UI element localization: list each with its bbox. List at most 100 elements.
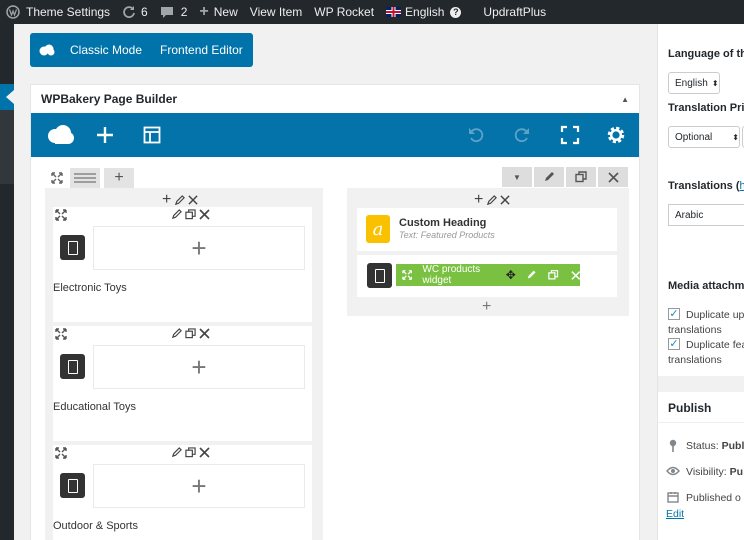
edit-published-link[interactable]: Edit bbox=[666, 508, 684, 520]
cloud-icon bbox=[39, 44, 55, 56]
column-delete-icon[interactable] bbox=[188, 195, 198, 205]
admin-bar-theme-settings[interactable]: Theme Settings bbox=[0, 0, 116, 24]
templates-icon[interactable] bbox=[134, 113, 170, 157]
wc-widget-label: WC products widget bbox=[422, 264, 481, 286]
frontend-editor-button[interactable]: Frontend Editor bbox=[160, 43, 243, 57]
wc-widget-icon bbox=[367, 263, 392, 288]
clone-icon[interactable] bbox=[185, 328, 196, 339]
clone-icon[interactable] bbox=[548, 269, 559, 281]
edit-icon[interactable] bbox=[171, 447, 182, 458]
classic-mode-button[interactable]: Classic Mode bbox=[70, 43, 142, 57]
duplicate-featured-label-1: Duplicate fea bbox=[686, 339, 744, 351]
view-item-label: View Item bbox=[249, 5, 303, 19]
move-icon[interactable] bbox=[402, 269, 413, 281]
help-icon: ? bbox=[450, 6, 462, 18]
edit-icon[interactable] bbox=[171, 209, 182, 220]
sidebar-separator bbox=[658, 376, 744, 392]
admin-bar-comments[interactable]: 2 bbox=[154, 0, 194, 24]
translation-priority-select[interactable]: Optional ⬍ bbox=[668, 126, 740, 148]
clone-icon[interactable] bbox=[185, 209, 196, 220]
row-layout-icon[interactable] bbox=[70, 168, 100, 188]
editor-mode-bar: Classic Mode Frontend Editor bbox=[30, 33, 253, 67]
element-title: Electronic Toys bbox=[53, 282, 127, 294]
row-edit-icon[interactable] bbox=[534, 167, 564, 187]
row-controls-left: + bbox=[44, 168, 134, 188]
media-attachments-label: Media attachme bbox=[668, 280, 744, 292]
panel-title: WPBakery Page Builder bbox=[41, 92, 178, 106]
translations-field[interactable]: Arabic bbox=[668, 204, 744, 226]
element-controls bbox=[171, 447, 210, 458]
row-move-icon[interactable] bbox=[44, 168, 70, 188]
refresh-icon bbox=[123, 6, 135, 18]
close-icon[interactable] bbox=[199, 328, 210, 339]
admin-bar-language[interactable]: English ? bbox=[380, 0, 467, 24]
duplicate-uploads-label-1: Duplicate up bbox=[686, 309, 744, 321]
logo-cloud-icon[interactable] bbox=[39, 113, 83, 157]
status-value: Publ bbox=[721, 440, 744, 452]
element-controls bbox=[171, 209, 210, 220]
arrows-expand-icon[interactable] bbox=[55, 209, 67, 224]
admin-submenu[interactable] bbox=[0, 110, 14, 184]
publish-divider bbox=[658, 422, 744, 423]
add-element-below-icon[interactable]: + bbox=[482, 298, 491, 316]
row-clone-icon[interactable] bbox=[566, 167, 596, 187]
undo-icon[interactable] bbox=[458, 113, 494, 157]
admin-bar-updates[interactable]: 6 bbox=[116, 0, 154, 24]
edit-icon[interactable] bbox=[526, 269, 536, 281]
add-element-icon[interactable] bbox=[87, 113, 123, 157]
language-select[interactable]: English ⬍ bbox=[668, 72, 720, 94]
inner-add-area[interactable]: + bbox=[93, 345, 305, 389]
duplicate-featured-label-2: translations bbox=[668, 354, 722, 366]
updates-count: 6 bbox=[141, 5, 148, 19]
redo-icon[interactable] bbox=[504, 113, 540, 157]
visibility-value: Pu bbox=[729, 466, 743, 478]
admin-bar-wp-rocket[interactable]: WP Rocket bbox=[308, 0, 380, 24]
select-arrows-icon: ⬍ bbox=[732, 132, 739, 142]
close-icon[interactable] bbox=[570, 270, 581, 281]
row-toggle-icon[interactable]: ▼ bbox=[502, 167, 532, 187]
settings-icon[interactable] bbox=[598, 113, 634, 157]
admin-menu bbox=[0, 24, 14, 540]
row-delete-icon[interactable] bbox=[598, 167, 628, 187]
custom-heading-icon: a bbox=[366, 215, 390, 243]
wc-widget-controls: WC products widget ✥ bbox=[396, 264, 580, 286]
element-title: Outdoor & Sports bbox=[53, 520, 138, 532]
arrows-expand-icon[interactable] bbox=[55, 447, 67, 462]
duplicate-uploads-checkbox[interactable]: ✓ bbox=[668, 308, 680, 320]
admin-bar-updraft[interactable]: UpdraftPlus bbox=[477, 0, 552, 24]
admin-bar-new[interactable]: + New bbox=[193, 0, 243, 24]
collapse-arrow-icon[interactable]: ▲ bbox=[621, 95, 629, 104]
calendar-icon bbox=[667, 492, 679, 503]
translations-field-value: Arabic bbox=[675, 209, 704, 221]
right-sidebar: Language of thi English ⬍ Translation Pr… bbox=[657, 24, 744, 540]
duplicate-featured-checkbox[interactable]: ✓ bbox=[668, 338, 680, 350]
fullscreen-icon[interactable] bbox=[552, 113, 588, 157]
clone-icon[interactable] bbox=[185, 447, 196, 458]
eye-icon bbox=[666, 466, 680, 476]
column-edit-icon[interactable] bbox=[486, 194, 498, 206]
arrows-expand-icon[interactable] bbox=[55, 328, 67, 343]
edit-icon[interactable] bbox=[171, 328, 182, 339]
plus-icon: + bbox=[191, 351, 207, 382]
select-arrows-icon: ⬍ bbox=[711, 78, 719, 88]
close-icon[interactable] bbox=[199, 209, 210, 220]
language-select-value: English bbox=[675, 77, 708, 89]
inner-add-area[interactable]: + bbox=[93, 464, 305, 508]
comment-icon bbox=[160, 7, 173, 18]
translations-link[interactable]: hi bbox=[740, 180, 744, 192]
pin-icon bbox=[669, 439, 677, 452]
published-on-row: Published o bbox=[686, 492, 741, 504]
language-label: Language of thi bbox=[668, 48, 744, 60]
inner-add-area[interactable]: + bbox=[93, 226, 305, 270]
widget-element-icon bbox=[60, 235, 85, 260]
comments-count: 2 bbox=[180, 5, 188, 19]
close-icon[interactable] bbox=[199, 447, 210, 458]
right-column-controls: + bbox=[474, 191, 510, 209]
wpbakery-panel-header[interactable]: WPBakery Page Builder ▲ bbox=[31, 85, 639, 113]
row-add-column-icon[interactable]: + bbox=[104, 168, 134, 188]
column-edit-icon[interactable] bbox=[174, 194, 186, 206]
admin-bar-view-item[interactable]: View Item bbox=[244, 0, 308, 24]
column-add-icon[interactable]: + bbox=[474, 191, 483, 209]
column-delete-icon[interactable] bbox=[500, 195, 510, 205]
plus-icon: + bbox=[191, 470, 207, 501]
